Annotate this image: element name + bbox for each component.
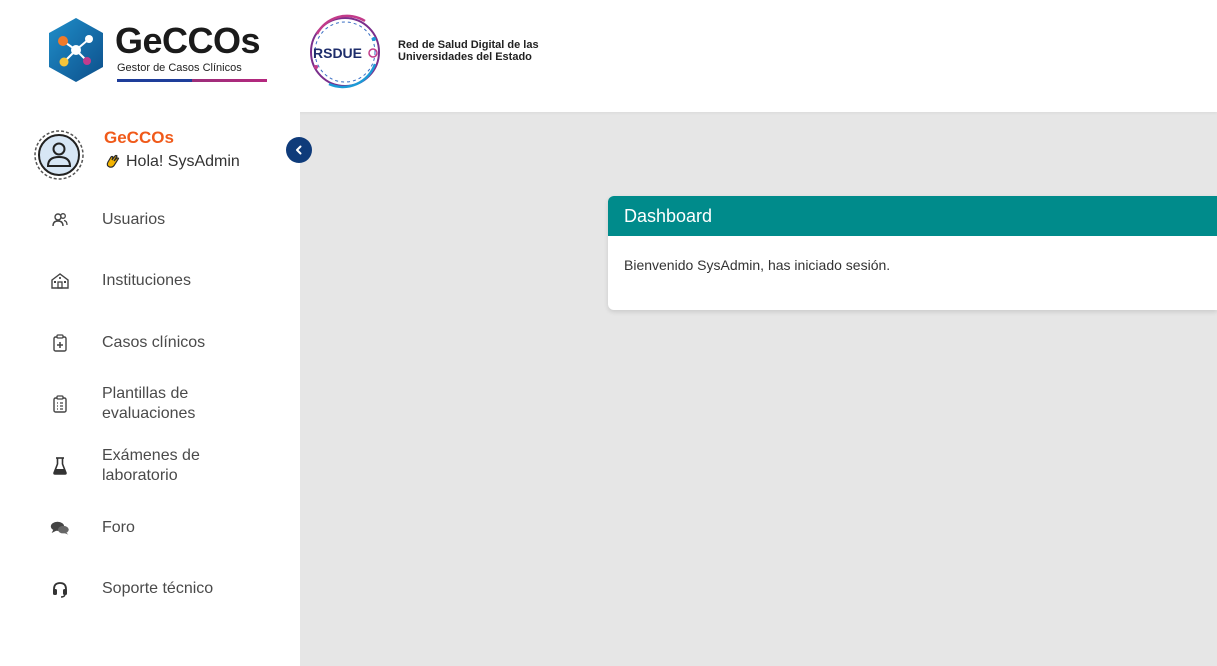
sidebar-item-examenes-laboratorio[interactable]: Exámenes de laboratorio (0, 438, 300, 494)
user-greeting: Hola! SysAdmin (104, 152, 240, 172)
sidebar-item-label: Foro (102, 519, 135, 536)
sidebar-item-instituciones[interactable]: Instituciones (0, 253, 300, 309)
user-profile: GeCCOs Hola! SysAdmin (34, 128, 274, 184)
rsdue-logo[interactable]: RSDUE Red de Salud Digital de las Univer… (305, 9, 565, 97)
sidebar-item-label: Usuarios (102, 211, 166, 228)
sidebar-brand: GeCCOs (104, 128, 174, 147)
network-hexagon-icon (49, 18, 103, 82)
dashboard-title: Dashboard (608, 196, 1217, 236)
sidebar-item-usuarios[interactable]: Usuarios (0, 192, 300, 248)
waving-hand-icon (106, 154, 120, 168)
sidebar-item-label: Casos clínicos (102, 334, 206, 351)
dashboard-card: Dashboard Bienvenido SysAdmin, has inici… (608, 196, 1217, 310)
rsdue-emblem: RSDUE (310, 14, 380, 89)
clipboard-plus-icon (50, 333, 70, 353)
logo-subtitle: Gestor de Casos Clínicos (117, 62, 242, 74)
sidebar-item-plantillas-evaluaciones[interactable]: Plantillas de evaluaciones (0, 376, 300, 432)
clipboard-list-icon (50, 394, 70, 414)
sidebar-collapse-button[interactable] (286, 137, 312, 163)
greeting-text: Hola! SysAdmin (126, 153, 240, 170)
logo-underline (117, 79, 267, 82)
logo-title: GeCCOs (115, 20, 261, 61)
sidebar-item-label: Instituciones (102, 272, 191, 289)
chat-bubbles-icon (50, 518, 70, 538)
sidebar-item-casos-clinicos[interactable]: Casos clínicos (0, 315, 300, 371)
sidebar-item-foro[interactable]: Foro (0, 500, 300, 556)
top-header: GeCCOs Gestor de Casos Clínicos RSDUE Re… (0, 0, 1217, 112)
institution-icon (50, 271, 70, 291)
avatar[interactable] (34, 130, 84, 180)
welcome-message: Bienvenido SysAdmin, has iniciado sesión… (624, 257, 891, 273)
users-icon (50, 210, 70, 230)
flask-icon (50, 456, 70, 476)
sidebar-item-soporte-tecnico[interactable]: Soporte técnico (0, 561, 300, 617)
sidebar: GeCCOs Hola! SysAdmin Usuarios Instituci… (0, 112, 300, 666)
partner-name: Red de Salud Digital de las Universidade… (398, 39, 539, 63)
sidebar-item-label: Exámenes de laboratorio (102, 447, 200, 484)
geccos-logo[interactable]: GeCCOs Gestor de Casos Clínicos (47, 17, 267, 93)
sidebar-item-label: Soporte técnico (102, 580, 214, 597)
sidebar-item-label: Plantillas de evaluaciones (102, 385, 196, 422)
chevron-left-icon (296, 145, 302, 155)
rsdue-mark: RSDUE (313, 45, 362, 61)
headset-icon (50, 579, 70, 599)
